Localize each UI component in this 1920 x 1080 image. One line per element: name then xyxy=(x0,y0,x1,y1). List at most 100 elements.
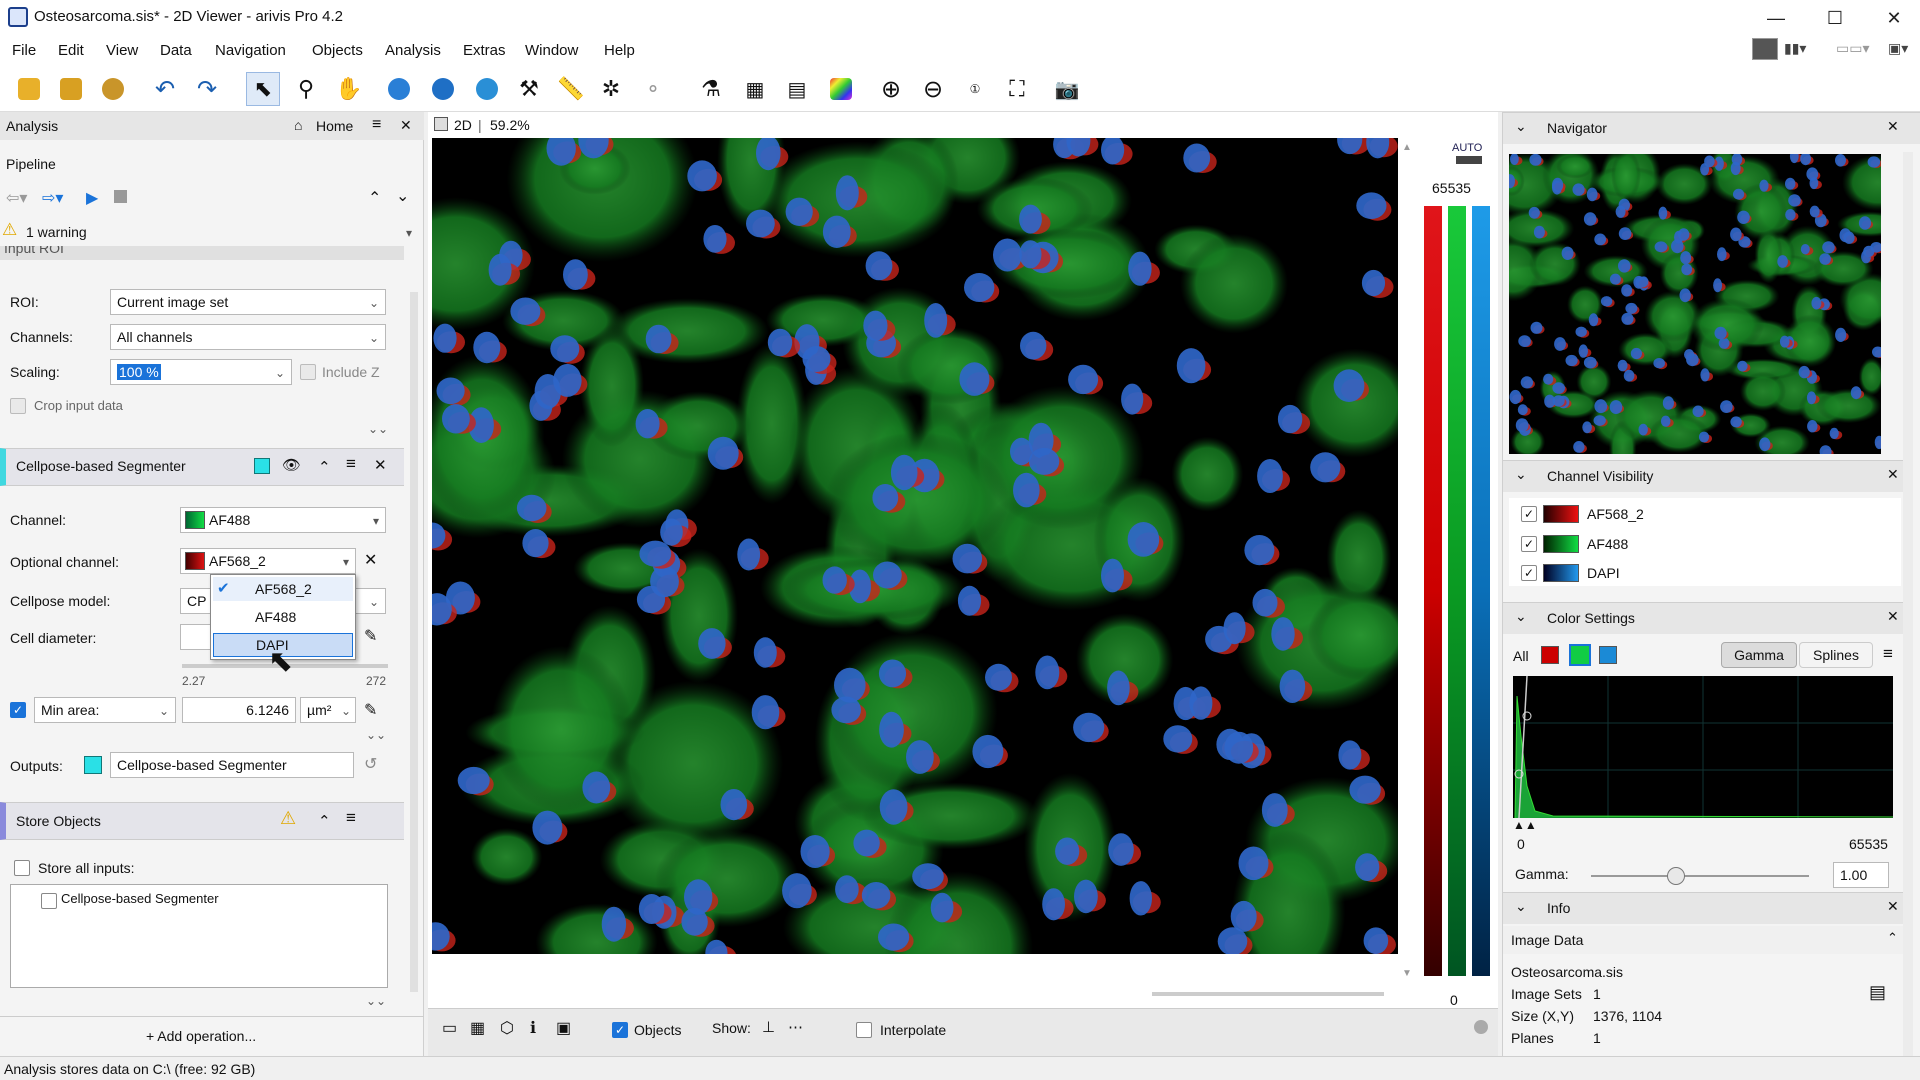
auto-button[interactable]: AUTO xyxy=(1452,142,1482,154)
menu-view[interactable]: View xyxy=(106,42,138,59)
chevron-down-icon[interactable]: ⌄ xyxy=(396,186,409,206)
objects-checkbox[interactable]: ✓ xyxy=(612,1022,628,1038)
expand-more-icon[interactable]: ⌄⌄ xyxy=(366,994,386,1008)
roi-select[interactable]: Current image set ⌄ xyxy=(110,289,386,315)
undo-icon[interactable]: ↶ xyxy=(148,72,182,106)
input-roi-header[interactable]: Input ROI xyxy=(0,246,404,260)
maximize-button[interactable]: ☐ xyxy=(1815,6,1855,30)
fit-to-window-icon[interactable]: ⛶ xyxy=(1000,72,1034,106)
menu-data[interactable]: Data xyxy=(160,42,192,59)
minimize-button[interactable]: — xyxy=(1756,6,1796,30)
menu-navigation[interactable]: Navigation xyxy=(215,42,286,59)
pan-hand-icon[interactable]: ✋ xyxy=(332,72,366,106)
ruler-icon[interactable]: 📏 xyxy=(554,72,588,106)
screenshot-camera-icon[interactable]: 📷 xyxy=(1050,72,1084,106)
lut-bar-blue[interactable] xyxy=(1472,206,1490,976)
output-color-swatch[interactable] xyxy=(254,458,270,474)
crop-checkbox[interactable] xyxy=(10,398,26,414)
right-scrollbar[interactable] xyxy=(1903,152,1913,1072)
layout-grid-icon[interactable]: ▭▭▾ xyxy=(1836,40,1869,57)
menu-help[interactable]: Help xyxy=(604,42,635,59)
collapse-up-icon[interactable]: ⌃ xyxy=(1887,930,1898,946)
image-canvas[interactable] xyxy=(432,138,1398,954)
zoom-in-icon[interactable]: ⊕ xyxy=(874,72,908,106)
output-swatch[interactable] xyxy=(84,756,102,774)
menu-extras[interactable]: Extras xyxy=(463,42,506,59)
run-play-icon[interactable]: ▶ xyxy=(86,188,98,208)
dropdown-option-af488[interactable]: AF488 xyxy=(213,605,353,629)
info-icon[interactable]: ℹ xyxy=(530,1018,536,1038)
histogram[interactable] xyxy=(1513,675,1894,819)
channels-select[interactable]: All channels ⌄ xyxy=(110,324,386,350)
save-icon[interactable] xyxy=(54,72,88,106)
zoom-1to1-icon[interactable]: ① xyxy=(958,72,992,106)
scaling-select[interactable]: 100 % ⌄ xyxy=(110,359,292,385)
collapse-chevron-icon[interactable]: ⌄ xyxy=(1515,898,1527,915)
pick-area-icon[interactable]: ✎ xyxy=(364,700,377,720)
lut-bar-green[interactable] xyxy=(1448,206,1466,976)
home-icon[interactable]: ⌂ xyxy=(294,117,302,133)
scroll-down-icon[interactable]: ▼ xyxy=(1402,968,1412,979)
collapse-chevron-icon[interactable]: ⌄ xyxy=(1515,608,1527,625)
close-window-button[interactable]: ✕ xyxy=(1874,6,1914,30)
channel-checkbox-dapi[interactable]: ✓ xyxy=(1521,565,1537,581)
warning-text[interactable]: 1 warning xyxy=(26,224,87,240)
close-channel-visibility-icon[interactable]: ✕ xyxy=(1887,466,1899,483)
gamma-slider-thumb[interactable] xyxy=(1667,867,1686,885)
gamma-slider[interactable] xyxy=(1591,867,1809,885)
min-area-input[interactable]: 6.1246 xyxy=(182,697,296,723)
green-channel-button[interactable] xyxy=(1569,644,1591,666)
table-icon[interactable]: ▦ xyxy=(738,72,772,106)
chevron-up-icon[interactable]: ⌃ xyxy=(368,188,381,208)
warning-dropdown-icon[interactable]: ▾ xyxy=(406,226,412,240)
view-2d-icon[interactable]: ▭ xyxy=(442,1018,457,1038)
view-3d-icon[interactable]: ⬡ xyxy=(500,1018,514,1038)
close-panel-icon[interactable]: ✕ xyxy=(400,117,412,134)
close-file-icon[interactable] xyxy=(96,72,130,106)
expand-more-icon[interactable]: ⌄⌄ xyxy=(368,422,388,436)
show-outline-icon[interactable]: ⋯ xyxy=(788,1018,803,1036)
auto-slider-icon[interactable] xyxy=(1456,156,1482,164)
menu-window[interactable]: Window xyxy=(525,42,578,59)
blue-channel-button[interactable] xyxy=(1599,646,1617,664)
close-navigator-icon[interactable]: ✕ xyxy=(1887,118,1899,135)
section-menu-icon[interactable]: ≡ xyxy=(346,454,356,474)
reset-icon[interactable]: ↺ xyxy=(364,754,377,774)
object-select-icon[interactable] xyxy=(426,72,460,106)
rotate-view-icon[interactable] xyxy=(382,72,416,106)
interpolate-checkbox[interactable] xyxy=(856,1022,872,1038)
outputs-name-input[interactable]: Cellpose-based Segmenter xyxy=(110,752,354,778)
open-folder-icon[interactable] xyxy=(12,72,46,106)
presentation-icon[interactable]: ▣ xyxy=(556,1018,571,1038)
scroll-up-icon[interactable]: ▲ xyxy=(1402,142,1412,153)
collapse-chevron-icon[interactable]: ⌄ xyxy=(1515,466,1527,483)
color-channels-icon[interactable] xyxy=(824,72,858,106)
splines-mode-button[interactable]: Splines xyxy=(1799,642,1873,668)
zoom-out-icon[interactable]: ⊖ xyxy=(916,72,950,106)
menu-edit[interactable]: Edit xyxy=(58,42,84,59)
show-fill-icon[interactable]: ⊥ xyxy=(762,1018,775,1036)
collapse-up-icon[interactable]: ⌃ xyxy=(318,458,331,476)
lut-bar-red[interactable] xyxy=(1424,206,1442,976)
channel-checkbox-af488[interactable]: ✓ xyxy=(1521,536,1537,552)
gallery-view-icon[interactable]: ▦ xyxy=(470,1018,485,1038)
layout-single-icon[interactable] xyxy=(1752,38,1778,60)
layout-split-icon[interactable]: ▮▮▾ xyxy=(1784,40,1806,57)
wand-icon[interactable]: ⚒ xyxy=(512,72,546,106)
color-menu-icon[interactable]: ≡ xyxy=(1883,644,1893,664)
magic-wand-select-icon[interactable] xyxy=(470,72,504,106)
store-all-checkbox[interactable] xyxy=(14,860,30,876)
home-button[interactable]: Home xyxy=(316,118,353,134)
section-menu-icon[interactable]: ≡ xyxy=(346,808,356,828)
pointer-tool-icon[interactable]: ⬉ xyxy=(246,72,280,106)
eye-icon[interactable]: 👁 xyxy=(282,456,301,474)
black-point-handle-icon[interactable]: ▲▲ xyxy=(1513,818,1537,832)
navigator-thumbnail[interactable] xyxy=(1509,154,1881,454)
stop-icon[interactable] xyxy=(114,190,127,203)
copy-info-icon[interactable]: ▤ xyxy=(1869,982,1886,1003)
view-mode-icon[interactable] xyxy=(434,117,448,131)
gamma-input[interactable]: 1.00 xyxy=(1833,862,1889,888)
menu-objects[interactable]: Objects xyxy=(312,42,363,59)
zoom-tool-icon[interactable]: ⚲ xyxy=(289,72,323,106)
optional-channel-select[interactable]: AF568_2 ▾ xyxy=(180,548,356,574)
